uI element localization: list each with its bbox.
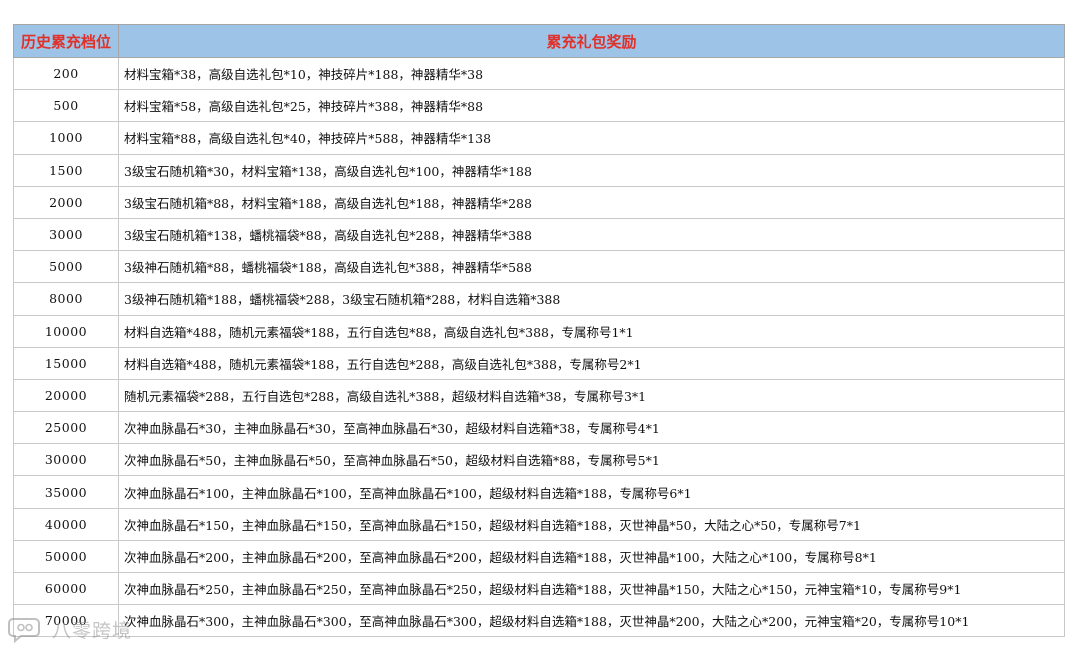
table-row: 1500 3级宝石随机箱*30，材料宝箱*138，高级自选礼包*100，神器精华*… [13, 153, 1065, 187]
table-row: 500 材料宝箱*58，高级自选礼包*25，神技碎片*388，神器精华*88 [13, 89, 1065, 123]
tier-cell: 25000 [13, 411, 119, 445]
table-row: 10000 材料自选箱*488，随机元素福袋*188，五行自选包*88，高级自选礼… [13, 314, 1065, 348]
reward-cell: 次神血脉晶石*250，主神血脉晶石*250，至高神血脉晶石*250，超级材料自选… [118, 571, 1065, 606]
reward-cell: 次神血脉晶石*50，主神血脉晶石*50，至高神血脉晶石*50，超级材料自选箱*8… [118, 443, 1065, 477]
reward-cell: 3级神石随机箱*88，蟠桃福袋*188，高级自选礼包*388，神器精华*588 [118, 250, 1065, 284]
tier-cell: 40000 [13, 507, 119, 541]
tier-cell: 20000 [13, 378, 119, 413]
tier-cell: 10000 [13, 314, 119, 348]
table-row: 1000 材料宝箱*88，高级自选礼包*40，神技碎片*588，神器精华*138 [13, 121, 1065, 155]
reward-cell: 3级宝石随机箱*88，材料宝箱*188，高级自选礼包*188，神器精华*288 [118, 185, 1065, 219]
reward-cell: 3级宝石随机箱*138，蟠桃福袋*88，高级自选礼包*288，神器精华*388 [118, 217, 1065, 252]
tier-cell: 8000 [13, 282, 119, 316]
table-body: 200 材料宝箱*38，高级自选礼包*10，神技碎片*188，神器精华*38 500… [13, 56, 1065, 638]
tier-cell: 50000 [13, 539, 119, 574]
table-row: 25000 次神血脉晶石*30，主神血脉晶石*30，至高神血脉晶石*30，超级材料… [13, 411, 1065, 445]
reward-cell: 随机元素福袋*288，五行自选包*288，高级自选礼*388，超级材料自选箱*3… [118, 378, 1065, 413]
reward-cell: 次神血脉晶石*200，主神血脉晶石*200，至高神血脉晶石*200，超级材料自选… [118, 539, 1065, 574]
table-row: 40000 次神血脉晶石*150，主神血脉晶石*150，至高神血脉晶石*150，超… [13, 507, 1065, 541]
table-row: 3000 3级宝石随机箱*138，蟠桃福袋*88，高级自选礼包*288，神器精华*… [13, 217, 1065, 252]
table-row: 50000 次神血脉晶石*200，主神血脉晶石*200，至高神血脉晶石*200，超… [13, 539, 1065, 574]
reward-cell: 3级神石随机箱*188，蟠桃福袋*288，3级宝石随机箱*288，材料自选箱*3… [118, 282, 1065, 316]
table-row: 8000 3级神石随机箱*188，蟠桃福袋*288，3级宝石随机箱*288，材料自… [13, 282, 1065, 316]
table-row: 15000 材料自选箱*488，随机元素福袋*188，五行自选包*288，高级自选… [13, 346, 1065, 380]
tier-cell: 30000 [13, 443, 119, 477]
reward-cell: 材料宝箱*88，高级自选礼包*40，神技碎片*588，神器精华*138 [118, 121, 1065, 155]
table-header-row: 历史累充档位 累充礼包奖励 [13, 24, 1065, 58]
cumulative-recharge-table: 历史累充档位 累充礼包奖励 200 材料宝箱*38，高级自选礼包*10，神技碎片*… [13, 24, 1065, 638]
table-row: 35000 次神血脉晶石*100，主神血脉晶石*100，至高神血脉晶石*100，超… [13, 475, 1065, 509]
table-row: 20000 随机元素福袋*288，五行自选包*288，高级自选礼*388，超级材料… [13, 378, 1065, 413]
table-row: 200 材料宝箱*38，高级自选礼包*10，神技碎片*188，神器精华*38 [13, 56, 1065, 91]
reward-cell: 次神血脉晶石*300，主神血脉晶石*300，至高神血脉晶石*300，超级材料自选… [118, 604, 1065, 638]
tier-cell: 5000 [13, 250, 119, 284]
tier-cell: 1000 [13, 121, 119, 155]
reward-cell: 材料宝箱*38，高级自选礼包*10，神技碎片*188，神器精华*38 [118, 56, 1065, 91]
reward-cell: 次神血脉晶石*30，主神血脉晶石*30，至高神血脉晶石*30，超级材料自选箱*3… [118, 411, 1065, 445]
reward-table-container: 历史累充档位 累充礼包奖励 200 材料宝箱*38，高级自选礼包*10，神技碎片*… [13, 24, 1065, 638]
table-row: 5000 3级神石随机箱*88，蟠桃福袋*188，高级自选礼包*388，神器精华*… [13, 250, 1065, 284]
tier-cell: 15000 [13, 346, 119, 380]
reward-cell: 材料宝箱*58，高级自选礼包*25，神技碎片*388，神器精华*88 [118, 89, 1065, 123]
watermark-text: 八零跨境 [52, 619, 133, 642]
table-row: 70000 次神血脉晶石*300，主神血脉晶石*300，至高神血脉晶石*300，超… [13, 604, 1065, 638]
header-tier: 历史累充档位 [13, 24, 119, 58]
tier-cell: 60000 [13, 571, 119, 606]
reward-cell: 3级宝石随机箱*30，材料宝箱*138，高级自选礼包*100，神器精华*188 [118, 153, 1065, 187]
header-reward: 累充礼包奖励 [118, 24, 1065, 58]
table-row: 30000 次神血脉晶石*50，主神血脉晶石*50，至高神血脉晶石*50，超级材料… [13, 443, 1065, 477]
tier-cell: 35000 [13, 475, 119, 509]
tier-cell: 500 [13, 89, 119, 123]
tier-cell: 2000 [13, 185, 119, 219]
table-row: 2000 3级宝石随机箱*88，材料宝箱*188，高级自选礼包*188，神器精华*… [13, 185, 1065, 219]
watermark: 八零跨境 [8, 612, 132, 646]
reward-cell: 次神血脉晶石*150，主神血脉晶石*150，至高神血脉晶石*150，超级材料自选… [118, 507, 1065, 541]
reward-cell: 材料自选箱*488，随机元素福袋*188，五行自选包*288，高级自选礼包*38… [118, 346, 1065, 380]
table-row: 60000 次神血脉晶石*250，主神血脉晶石*250，至高神血脉晶石*250，超… [13, 571, 1065, 606]
reward-cell: 次神血脉晶石*100，主神血脉晶石*100，至高神血脉晶石*100，超级材料自选… [118, 475, 1065, 509]
tier-cell: 1500 [13, 153, 119, 187]
tier-cell: 200 [13, 56, 119, 91]
chat-bubble-logo-icon [8, 618, 40, 643]
reward-cell: 材料自选箱*488，随机元素福袋*188，五行自选包*88，高级自选礼包*388… [118, 314, 1065, 348]
tier-cell: 3000 [13, 217, 119, 252]
